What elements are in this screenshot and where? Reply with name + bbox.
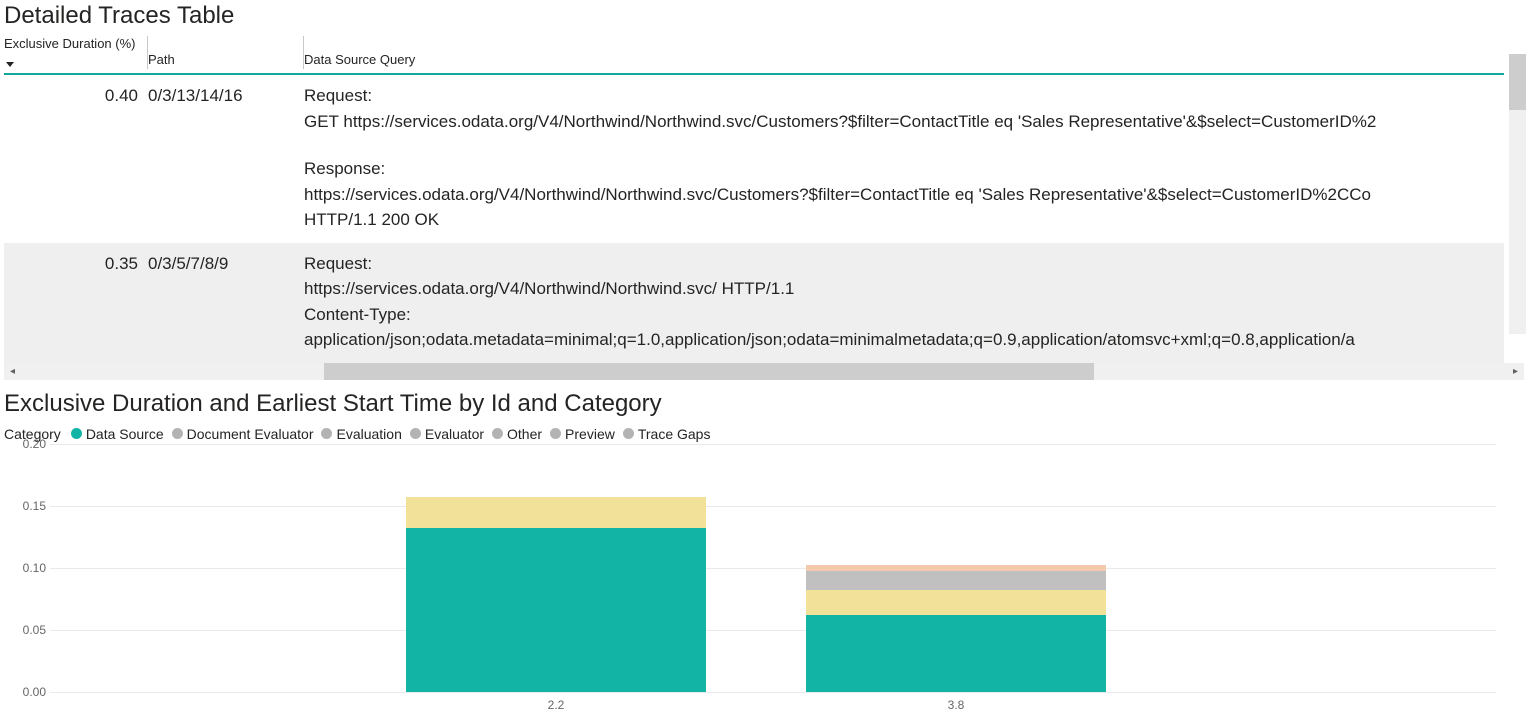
legend-swatch-icon [71, 428, 82, 439]
legend-item[interactable]: Trace Gaps [623, 426, 711, 442]
query-line: Request: [304, 251, 1498, 277]
y-tick-label: 0.05 [10, 623, 46, 637]
table-row[interactable]: 0.350/3/5/7/8/9Request:https://services.… [4, 243, 1504, 363]
col-header-path[interactable]: Path [148, 32, 304, 74]
gridline [50, 506, 1496, 507]
legend-item[interactable]: Other [492, 426, 542, 442]
legend-item[interactable]: Document Evaluator [172, 426, 314, 442]
bar-segment [806, 590, 1106, 615]
cell-query: Request:GET https://services.odata.org/V… [304, 74, 1504, 243]
legend-swatch-icon [623, 428, 634, 439]
legend-label: Preview [565, 426, 615, 442]
y-tick-label: 0.00 [10, 685, 46, 699]
sort-desc-icon [6, 62, 14, 67]
query-line: GET https://services.odata.org/V4/Northw… [304, 109, 1498, 135]
query-line: Response: [304, 156, 1498, 182]
legend-swatch-icon [410, 428, 421, 439]
y-tick-label: 0.10 [10, 561, 46, 575]
query-line: https://services.odata.org/V4/Northwind/… [304, 276, 1498, 302]
legend-swatch-icon [321, 428, 332, 439]
y-tick-label: 0.15 [10, 499, 46, 513]
cell-duration: 0.40 [4, 74, 148, 243]
legend-item[interactable]: Preview [550, 426, 615, 442]
legend-item[interactable]: Evaluation [321, 426, 401, 442]
legend-label: Document Evaluator [187, 426, 314, 442]
query-line: HTTP/1.1 200 OK [304, 207, 1498, 233]
query-line: application/json;odata.metadata=minimal;… [304, 327, 1498, 353]
legend-swatch-icon [550, 428, 561, 439]
table-row[interactable]: 0.400/3/13/14/16Request:GET https://serv… [4, 74, 1504, 243]
legend-label: Trace Gaps [638, 426, 711, 442]
table-title: Detailed Traces Table [0, 0, 1532, 32]
chart-plot [50, 444, 1496, 692]
traces-table: Exclusive Duration (%) Path Data Source … [4, 32, 1504, 363]
col-header-query[interactable]: Data Source Query [304, 32, 1504, 74]
legend-item[interactable]: Evaluator [410, 426, 484, 442]
gridline [50, 444, 1496, 445]
col-header-duration[interactable]: Exclusive Duration (%) [4, 32, 148, 74]
bar-segment [406, 528, 706, 692]
cell-path: 0/3/13/14/16 [148, 74, 304, 243]
horizontal-scrollbar[interactable]: ◂ ▸ [4, 363, 1524, 380]
query-line: Content-Type: [304, 302, 1498, 328]
col-header-query-label: Data Source Query [304, 52, 415, 67]
bar-segment [806, 615, 1106, 692]
col-header-duration-label: Exclusive Duration (%) [4, 36, 136, 51]
bar-segment [406, 497, 706, 528]
hscroll-right-arrow-icon[interactable]: ▸ [1507, 363, 1524, 380]
cell-duration: 0.35 [4, 243, 148, 363]
legend-swatch-icon [172, 428, 183, 439]
hscroll-left-arrow-icon[interactable]: ◂ [4, 363, 21, 380]
gridline [50, 568, 1496, 569]
legend-label: Evaluation [336, 426, 401, 442]
chart-legend: Category Data SourceDocument EvaluatorEv… [0, 422, 1532, 444]
x-tick-label: 3.8 [948, 698, 965, 712]
horizontal-scrollbar-thumb[interactable] [324, 363, 1094, 380]
cell-path: 0/3/5/7/8/9 [148, 243, 304, 363]
gridline [50, 630, 1496, 631]
chart-title: Exclusive Duration and Earliest Start Ti… [0, 380, 1532, 422]
legend-item[interactable]: Data Source [71, 426, 164, 442]
legend-swatch-icon [492, 428, 503, 439]
col-header-path-label: Path [148, 52, 175, 67]
cell-query: Request:https://services.odata.org/V4/No… [304, 243, 1504, 363]
gridline [50, 692, 1496, 693]
bar[interactable] [406, 497, 706, 692]
chart-area: 0.000.050.100.150.202.23.8 [4, 444, 1504, 712]
legend-label: Evaluator [425, 426, 484, 442]
x-tick-label: 2.2 [548, 698, 565, 712]
y-tick-label: 0.20 [10, 437, 46, 451]
vertical-scrollbar[interactable] [1509, 54, 1526, 334]
bar[interactable] [806, 565, 1106, 691]
traces-table-viewport: Exclusive Duration (%) Path Data Source … [4, 32, 1524, 363]
query-line: https://services.odata.org/V4/Northwind/… [304, 182, 1498, 208]
query-line [304, 134, 1498, 156]
legend-label: Data Source [86, 426, 164, 442]
query-line: Request: [304, 83, 1498, 109]
legend-label: Other [507, 426, 542, 442]
bar-segment [806, 571, 1106, 590]
vertical-scrollbar-thumb[interactable] [1509, 54, 1526, 110]
